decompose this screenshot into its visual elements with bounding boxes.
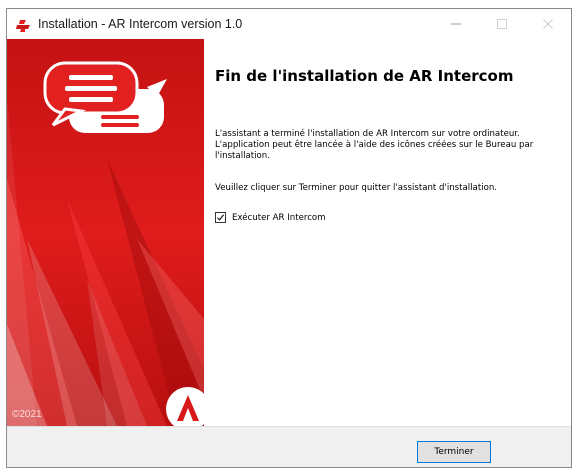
window-title: Installation - AR Intercom version 1.0 <box>38 17 243 31</box>
banner-graphic <box>7 39 204 426</box>
maximize-icon <box>496 15 508 34</box>
minimize-button[interactable] <box>433 9 479 39</box>
copyright-text: ©2021 <box>12 409 42 420</box>
title-bar[interactable]: Installation - AR Intercom version 1.0 <box>7 9 571 39</box>
wizard-side-banner: ©2021 <box>7 39 204 426</box>
wizard-footer: Terminer <box>7 426 571 467</box>
close-button[interactable] <box>525 9 571 39</box>
page-title: Fin de l'installation de AR Intercom <box>215 67 514 85</box>
completion-message: L'assistant a terminé l'installation de … <box>215 129 534 161</box>
maximize-button[interactable] <box>479 9 525 39</box>
installer-window: Installation - AR Intercom version 1.0 ©… <box>6 8 572 468</box>
checkmark-icon <box>217 214 225 221</box>
minimize-icon <box>450 15 462 34</box>
close-icon <box>542 15 554 34</box>
finish-button[interactable]: Terminer <box>417 441 491 463</box>
ar-intercom-app-icon <box>16 18 32 32</box>
launch-app-option[interactable]: Exécuter AR Intercom <box>215 212 326 223</box>
wizard-content: Fin de l'installation de AR Intercom L'a… <box>204 39 571 426</box>
instruction-message: Veuillez cliquer sur Terminer pour quitt… <box>215 183 498 193</box>
launch-app-checkbox[interactable] <box>215 212 226 223</box>
launch-app-label: Exécuter AR Intercom <box>232 212 326 223</box>
